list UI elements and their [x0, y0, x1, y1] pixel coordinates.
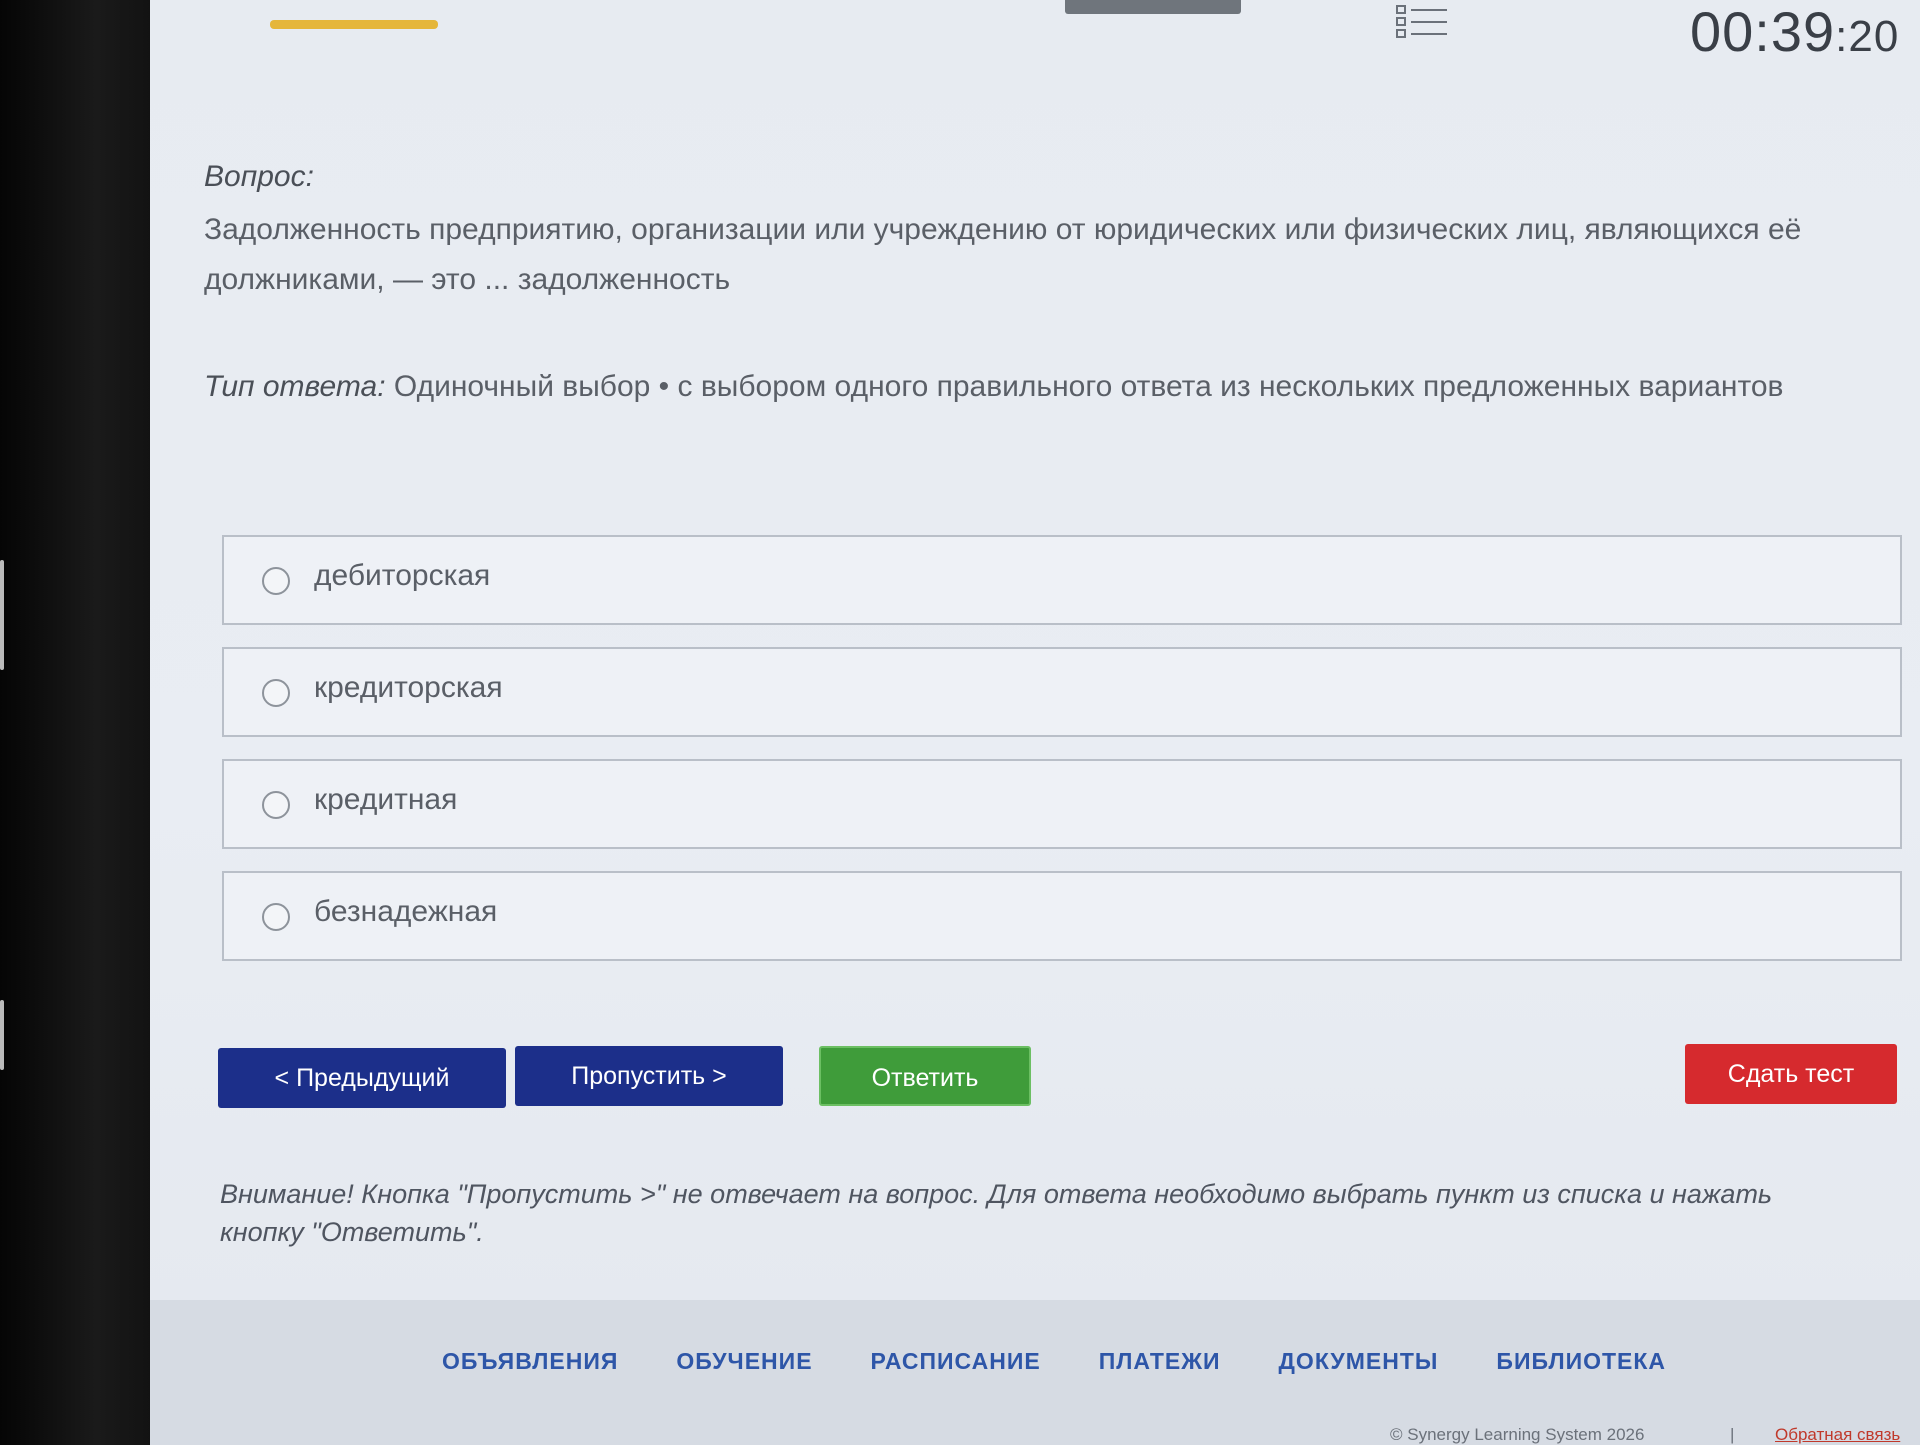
bezel-glint	[0, 1000, 4, 1070]
skip-button[interactable]: Пропустить >	[515, 1046, 783, 1106]
question-label: Вопрос:	[204, 160, 314, 193]
answer-type-label: Тип ответа:	[204, 370, 386, 403]
previous-button[interactable]: < Предыдущий	[218, 1048, 506, 1108]
footer-link-documents[interactable]: ДОКУМЕНТЫ	[1279, 1348, 1439, 1375]
site-footer: ОБЪЯВЛЕНИЯ ОБУЧЕНИЕ РАСПИСАНИЕ ПЛАТЕЖИ Д…	[150, 1300, 1920, 1445]
option-label: кредиторская	[314, 671, 503, 704]
footer-link-payments[interactable]: ПЛАТЕЖИ	[1099, 1348, 1221, 1375]
status-badge	[1065, 0, 1241, 14]
copyright-text: © Synergy Learning System 2026	[1390, 1425, 1645, 1444]
option-label: дебиторская	[314, 559, 491, 592]
skip-notice: Внимание! Кнопка "Пропустить >" не отвеч…	[220, 1179, 1773, 1247]
progress-indicator	[270, 20, 438, 29]
answer-type-value: Одиночный выбор • с выбором одного прави…	[385, 370, 1784, 403]
answer-type: Тип ответа: Одиночный выбор • с выбором …	[204, 370, 1904, 404]
submit-test-button[interactable]: Сдать тест	[1685, 1044, 1897, 1104]
footer-link-announcements[interactable]: ОБЪЯВЛЕНИЯ	[442, 1348, 618, 1375]
question-text: Задолженность предприятию, организации и…	[204, 213, 1802, 296]
bezel-glint	[0, 560, 4, 670]
footer-separator: |	[1730, 1425, 1735, 1444]
monitor-bezel	[0, 0, 160, 1445]
footer-link-library[interactable]: БИБЛИОТЕКА	[1496, 1348, 1666, 1375]
timer-main: 00:39	[1690, 0, 1836, 63]
footer-link-schedule[interactable]: РАСПИСАНИЕ	[871, 1348, 1041, 1375]
answer-option[interactable]: дебиторская	[222, 535, 1902, 625]
option-label: кредитная	[314, 783, 458, 816]
footer-nav: ОБЪЯВЛЕНИЯ ОБУЧЕНИЕ РАСПИСАНИЕ ПЛАТЕЖИ Д…	[442, 1348, 1666, 1375]
footer-bottom: © Synergy Learning System 2026 | Обратна…	[190, 1425, 1900, 1445]
answer-button[interactable]: Ответить	[819, 1046, 1031, 1106]
answer-option[interactable]: кредитная	[222, 759, 1902, 849]
test-screen: 00:39:20 Вопрос: Задолженность предприят…	[150, 0, 1920, 1445]
question-list-icon[interactable]	[1395, 2, 1451, 40]
radio-button[interactable]	[262, 903, 290, 931]
answer-option[interactable]: безнадежная	[222, 871, 1902, 961]
answer-option[interactable]: кредиторская	[222, 647, 1902, 737]
footer-link-learning[interactable]: ОБУЧЕНИЕ	[676, 1348, 812, 1375]
feedback-link[interactable]: Обратная связь	[1775, 1425, 1900, 1445]
answer-options: дебиторская кредиторская кредитная безна…	[222, 535, 1902, 983]
test-header: 00:39:20	[150, 0, 1920, 70]
countdown-timer: 00:39:20	[1690, 0, 1898, 64]
timer-seconds: :20	[1835, 12, 1900, 61]
radio-button[interactable]	[262, 679, 290, 707]
radio-button[interactable]	[262, 791, 290, 819]
radio-button[interactable]	[262, 567, 290, 595]
option-label: безнадежная	[314, 895, 498, 928]
